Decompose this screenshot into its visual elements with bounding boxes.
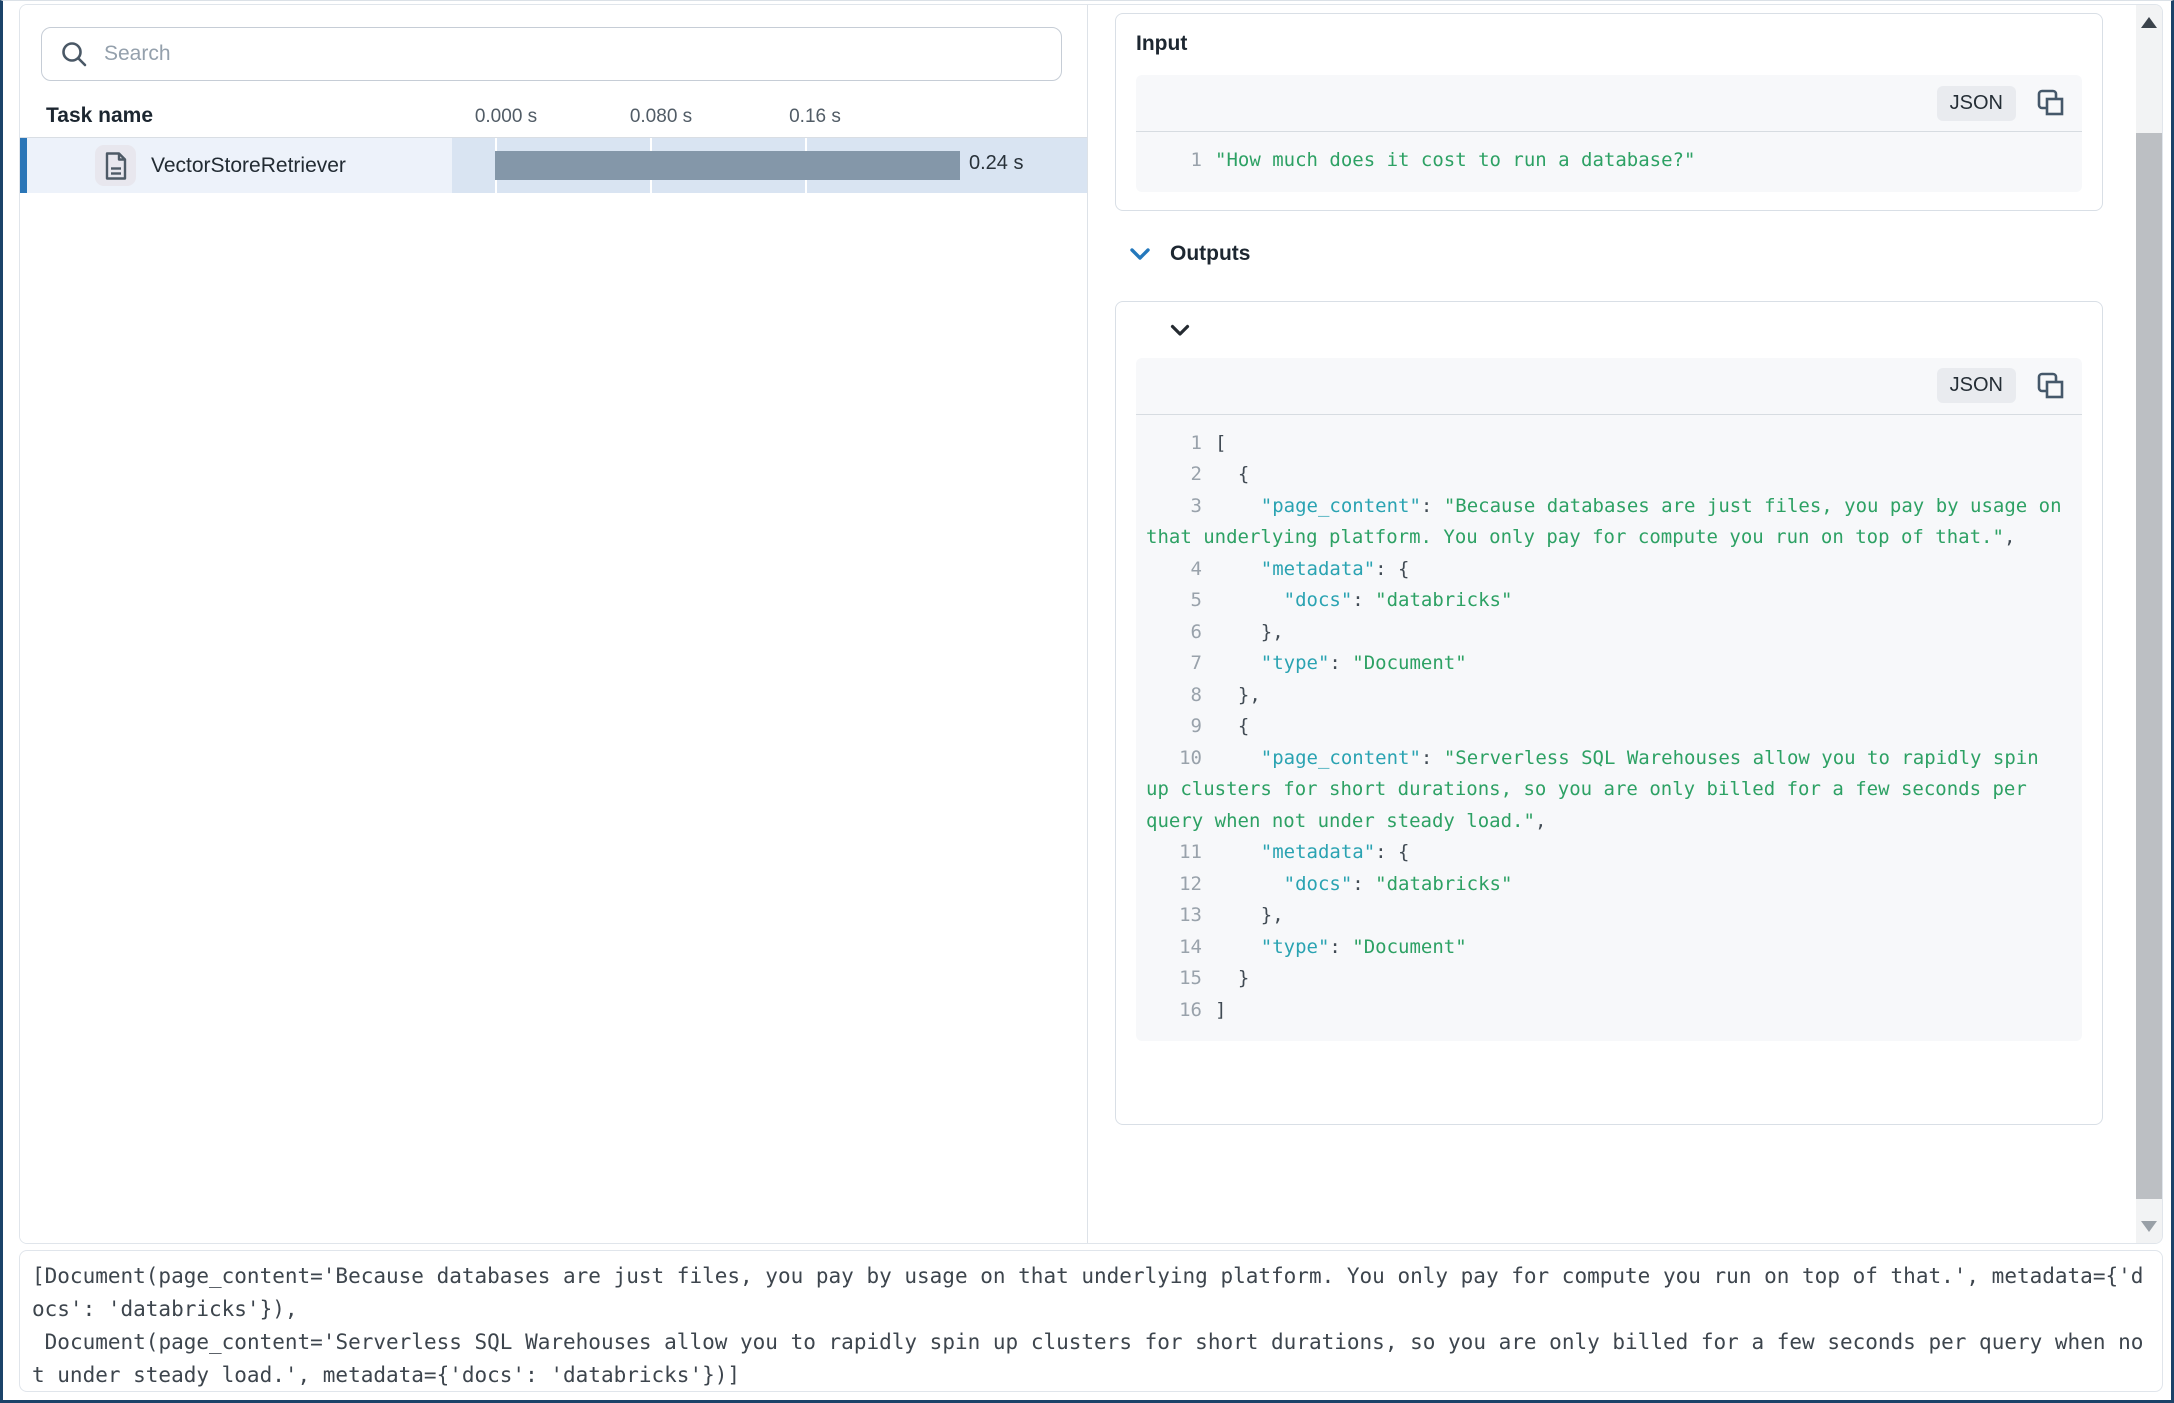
search-box (41, 27, 1067, 81)
duration-bar[interactable] (495, 151, 960, 180)
duration-label: 0.24 s (969, 152, 1023, 175)
chevron-down-icon (1129, 247, 1151, 261)
json-format-button[interactable]: JSON (1937, 368, 2016, 403)
input-card: Input JSON (1115, 13, 2103, 211)
scroll-up-arrow-icon[interactable] (2136, 9, 2162, 35)
outputs-code-header: JSON (1136, 358, 2082, 415)
span-timeline: 0.24 s (452, 138, 1087, 193)
outputs-title: Outputs (1170, 242, 1250, 266)
copy-button[interactable] (2036, 88, 2066, 118)
document-icon (95, 145, 136, 186)
json-format-button[interactable]: JSON (1937, 86, 2016, 121)
span-tree-panel: Task name 0.000 s 0.080 s 0.16 s V (20, 5, 1088, 1243)
scrollbar-thumb[interactable] (2136, 133, 2162, 1199)
chevron-down-icon (1170, 324, 2082, 337)
span-name: VectorStoreRetriever (151, 154, 346, 178)
search-icon (61, 41, 88, 68)
time-tick-1: 0.080 s (630, 106, 692, 128)
search-input[interactable] (41, 27, 1062, 81)
input-code-body: 1"How much does it cost to run a databas… (1136, 132, 2082, 192)
trace-top-section: Task name 0.000 s 0.080 s 0.16 s V (19, 4, 2163, 1244)
time-tick-0: 0.000 s (475, 106, 537, 128)
task-table-header: Task name 0.000 s 0.080 s 0.16 s (20, 98, 1087, 138)
outputs-code-block: JSON 1[2 {3 "page_content": (1136, 358, 2082, 1042)
copy-button[interactable] (2036, 371, 2066, 401)
detail-scroll-area: Input JSON (1088, 5, 2136, 1243)
input-code-header: JSON (1136, 75, 2082, 132)
outputs-code-body: 1[2 {3 "page_content": "Because database… (1136, 415, 2082, 1042)
outputs-section-header[interactable]: Outputs (1129, 242, 2103, 266)
time-tick-2: 0.16 s (789, 106, 841, 128)
outputs-card: JSON 1[2 {3 "page_content": (1115, 301, 2103, 1125)
raw-output-panel: [Document(page_content='Because database… (19, 1250, 2163, 1392)
vertical-scrollbar[interactable] (2136, 5, 2162, 1243)
input-title: Input (1136, 32, 2082, 56)
span-row-vectorstoreretriever[interactable]: VectorStoreRetriever 0.24 s (20, 138, 1087, 193)
task-name-column-header: Task name (46, 104, 153, 128)
outputs-collapse-toggle[interactable] (1136, 320, 2082, 339)
trace-viewer: Task name 0.000 s 0.080 s 0.16 s V (0, 0, 2174, 1403)
copy-icon (2036, 371, 2066, 401)
copy-icon (2036, 88, 2066, 118)
raw-output-text: [Document(page_content='Because database… (32, 1260, 2148, 1392)
span-detail-pane: Input JSON (1088, 5, 2162, 1243)
input-code-block: JSON 1"How much does it cost to (1136, 75, 2082, 192)
scroll-down-arrow-icon[interactable] (2136, 1213, 2162, 1239)
span-row-main: VectorStoreRetriever (27, 138, 452, 193)
